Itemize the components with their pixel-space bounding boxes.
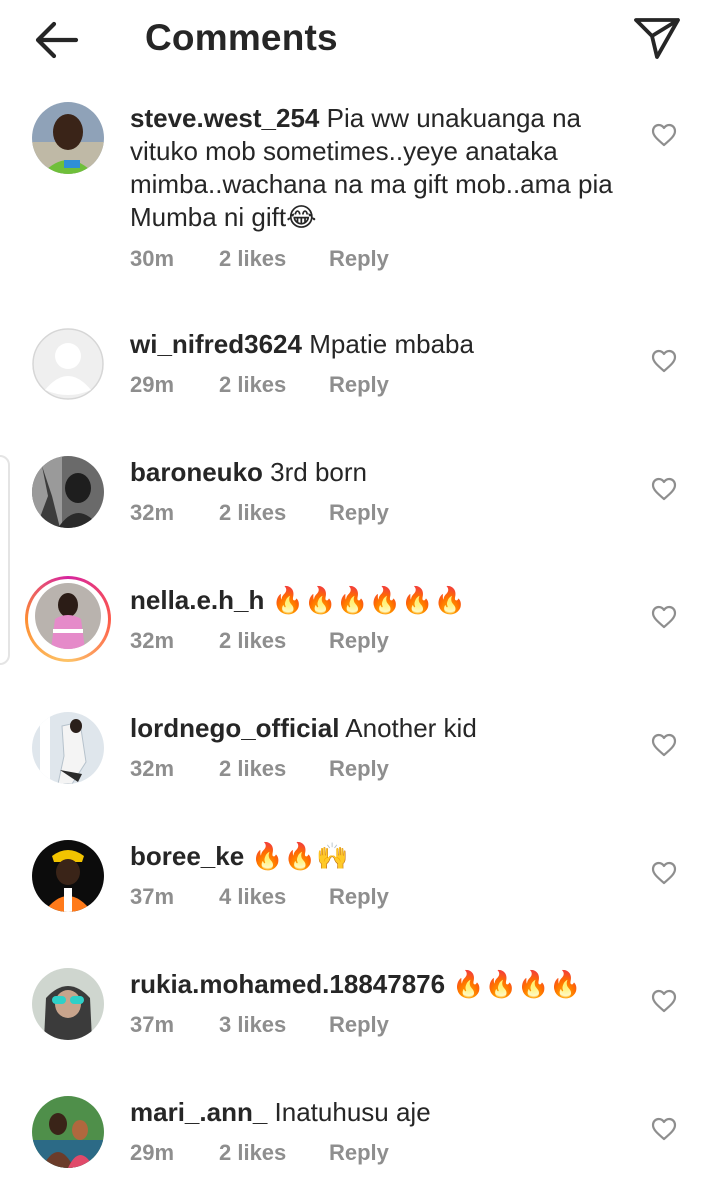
comment-username[interactable]: mari_.ann_: [130, 1097, 267, 1127]
like-button[interactable]: [651, 477, 677, 501]
like-button[interactable]: [651, 123, 677, 147]
likes-count[interactable]: 2 likes: [219, 500, 286, 526]
likes-count[interactable]: 4 likes: [219, 884, 286, 910]
comment-time: 29m: [130, 372, 175, 397]
arrow-left-icon: [35, 21, 79, 59]
paper-plane-icon: [634, 18, 680, 59]
header-bar: Comments: [0, 0, 720, 80]
likes-count[interactable]: 2 likes: [219, 372, 286, 398]
like-button[interactable]: [651, 989, 677, 1013]
like-button[interactable]: [651, 349, 677, 373]
likes-count[interactable]: 2 likes: [219, 246, 286, 272]
likes-count[interactable]: 2 likes: [219, 1140, 286, 1166]
user-photo-icon: [32, 840, 104, 912]
share-button[interactable]: [632, 14, 682, 62]
likes-count[interactable]: 3 likes: [219, 1012, 286, 1038]
comment-time: 29m: [130, 1140, 175, 1165]
comment-username[interactable]: lordnego_official: [130, 713, 339, 743]
like-button[interactable]: [651, 861, 677, 885]
like-button[interactable]: [651, 1117, 677, 1141]
comment-text: 🔥🔥🔥🔥🔥🔥: [271, 586, 466, 616]
comment-time: 30m: [130, 246, 175, 271]
comment-text: 🔥🔥🔥🔥: [452, 970, 582, 1000]
reply-button[interactable]: Reply: [329, 756, 389, 782]
avatar[interactable]: [32, 840, 104, 912]
heart-outline-icon: [651, 989, 677, 1013]
user-photo-icon: [32, 456, 104, 528]
comment-time: 32m: [130, 756, 175, 781]
comment-time: 37m: [130, 1012, 175, 1037]
comment-username[interactable]: steve.west_254: [130, 103, 319, 133]
avatar[interactable]: [32, 968, 104, 1040]
reply-button[interactable]: Reply: [329, 372, 389, 398]
comment-text: 🔥🔥🙌: [251, 842, 349, 872]
likes-count[interactable]: 2 likes: [219, 756, 286, 782]
reply-button[interactable]: Reply: [329, 1012, 389, 1038]
heart-outline-icon: [651, 349, 677, 373]
avatar[interactable]: [32, 328, 104, 400]
user-photo-icon: [32, 968, 104, 1040]
user-photo-icon: [35, 583, 101, 649]
heart-outline-icon: [651, 605, 677, 629]
avatar[interactable]: [32, 1096, 104, 1168]
comment-username[interactable]: nella.e.h_h: [130, 585, 264, 615]
comment-username[interactable]: wi_nifred3624: [130, 329, 302, 359]
comment-time: 32m: [130, 500, 175, 525]
comment-text: 3rd born: [270, 457, 367, 487]
comment-username[interactable]: boree_ke: [130, 841, 244, 871]
user-photo-icon: [32, 102, 104, 174]
user-photo-icon: [32, 712, 104, 784]
like-button[interactable]: [651, 733, 677, 757]
side-panel-handle[interactable]: [0, 455, 10, 665]
avatar[interactable]: [32, 456, 104, 528]
like-button[interactable]: [651, 605, 677, 629]
avatar[interactable]: [35, 583, 101, 649]
comment-username[interactable]: rukia.mohamed.18847876: [130, 969, 445, 999]
comment-time: 32m: [130, 628, 175, 653]
comment-username[interactable]: baroneuko: [130, 457, 263, 487]
comment-time: 37m: [130, 884, 175, 909]
reply-button[interactable]: Reply: [329, 1140, 389, 1166]
default-user-icon: [32, 328, 104, 400]
heart-outline-icon: [651, 477, 677, 501]
comment-text: Inatuhusu aje: [274, 1097, 431, 1127]
page-title: Comments: [145, 17, 338, 58]
heart-outline-icon: [651, 733, 677, 757]
likes-count[interactable]: 2 likes: [219, 628, 286, 654]
heart-outline-icon: [651, 861, 677, 885]
comment-text: Mpatie mbaba: [309, 329, 474, 359]
reply-button[interactable]: Reply: [329, 884, 389, 910]
user-photo-icon: [32, 1096, 104, 1168]
back-button[interactable]: [30, 18, 82, 62]
avatar[interactable]: [32, 712, 104, 784]
reply-button[interactable]: Reply: [329, 500, 389, 526]
reply-button[interactable]: Reply: [329, 628, 389, 654]
heart-outline-icon: [651, 1117, 677, 1141]
heart-outline-icon: [651, 123, 677, 147]
avatar[interactable]: [32, 102, 104, 174]
reply-button[interactable]: Reply: [329, 246, 389, 272]
comment-text: Another kid: [345, 713, 477, 743]
